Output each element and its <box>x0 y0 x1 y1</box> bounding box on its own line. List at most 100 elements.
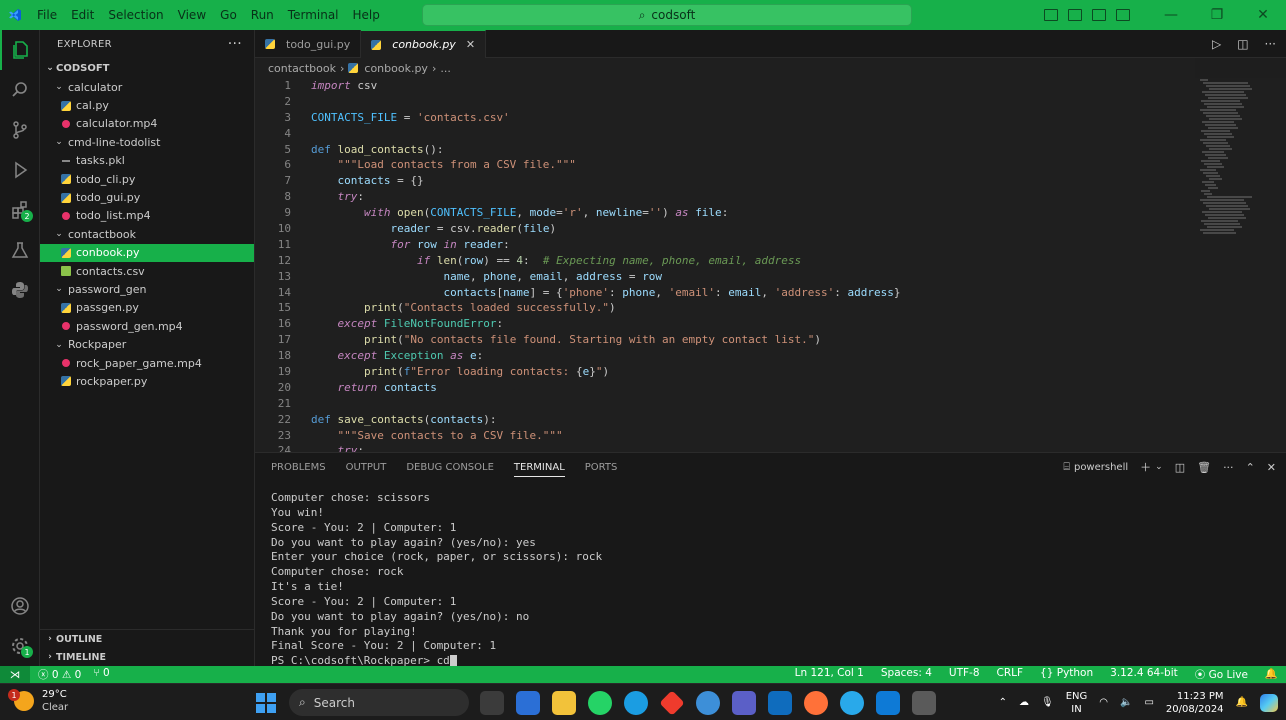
close-panel-icon[interactable]: ✕ <box>1267 461 1276 474</box>
whatsapp-icon[interactable] <box>588 691 612 715</box>
close-tab-icon[interactable]: ✕ <box>466 38 475 51</box>
indentation[interactable]: Spaces: 4 <box>881 667 932 682</box>
code-line[interactable]: for row in reader: <box>311 237 901 253</box>
tree-file[interactable]: cal.py <box>40 96 254 114</box>
menu-edit[interactable]: Edit <box>64 8 101 22</box>
split-terminal-icon[interactable]: ◫ <box>1175 461 1185 474</box>
menu-terminal[interactable]: Terminal <box>281 8 346 22</box>
tree-folder[interactable]: ⌄ calculator <box>40 78 254 96</box>
ports-status[interactable]: ⑂ 0 <box>93 667 109 682</box>
testing-activity[interactable] <box>0 230 40 270</box>
more-actions-icon[interactable]: ··· <box>228 36 242 52</box>
volume-icon[interactable]: 🔈 <box>1120 697 1132 708</box>
tab-conbook[interactable]: conbook.py ✕ <box>361 30 487 58</box>
taskbar-search[interactable]: ⌕ Search <box>289 689 469 716</box>
remote-indicator-icon[interactable]: ⋊ <box>0 666 30 683</box>
code-line[interactable]: with open(CONTACTS_FILE, mode='r', newli… <box>311 205 901 221</box>
command-center-search[interactable]: ⌕ codsoft <box>422 4 912 26</box>
file-explorer-icon[interactable] <box>552 691 576 715</box>
shell-name[interactable]: powershell <box>1074 462 1128 473</box>
telegram-icon[interactable] <box>840 691 864 715</box>
toggle-primary-sidebar-icon[interactable] <box>1044 9 1058 21</box>
tree-file[interactable]: rock_paper_game.mp4 <box>40 354 254 372</box>
maximize-panel-icon[interactable]: ⌃ <box>1246 461 1255 474</box>
outline-section[interactable]: › OUTLINE <box>40 630 254 648</box>
source-control-activity[interactable] <box>0 110 40 150</box>
tab-output[interactable]: OUTPUT <box>346 462 387 473</box>
tree-file[interactable]: todo_gui.py <box>40 188 254 206</box>
code-line[interactable]: try: <box>311 189 901 205</box>
tree-file[interactable]: todo_list.mp4 <box>40 207 254 225</box>
code-line[interactable]: import csv <box>311 78 901 94</box>
code-line[interactable] <box>311 396 901 412</box>
vscode-taskbar-icon[interactable] <box>876 691 900 715</box>
tree-file[interactable]: todo_cli.py <box>40 170 254 188</box>
toggle-secondary-sidebar-icon[interactable] <box>1092 9 1106 21</box>
language-mode[interactable]: {} Python <box>1040 667 1093 682</box>
code-line[interactable]: if len(row) == 4: # Expecting name, phon… <box>311 253 901 269</box>
code-line[interactable]: print(f"Error loading contacts: {e}") <box>311 364 901 380</box>
tab-todo-gui[interactable]: todo_gui.py <box>255 30 362 58</box>
store-icon[interactable] <box>516 691 540 715</box>
tree-folder[interactable]: ⌄ password_gen <box>40 280 254 298</box>
tree-file[interactable]: password_gen.mp4 <box>40 317 254 335</box>
accounts-activity[interactable] <box>0 586 40 626</box>
copilot-icon[interactable] <box>1260 693 1278 712</box>
more-actions-icon[interactable]: ··· <box>1265 37 1276 51</box>
cloud-icon[interactable]: ☁ <box>1019 697 1029 708</box>
split-editor-icon[interactable]: ◫ <box>1237 37 1248 51</box>
tree-file[interactable]: contacts.csv <box>40 262 254 280</box>
notification-bell-icon[interactable]: 🔔 <box>1236 697 1248 708</box>
tree-folder[interactable]: ⌄ cmd-line-todolist <box>40 133 254 151</box>
run-python-file-icon[interactable]: ▷ <box>1212 37 1221 51</box>
search-activity[interactable] <box>0 70 40 110</box>
explorer-activity[interactable] <box>0 30 40 70</box>
code-line[interactable]: contacts[name] = {'phone': phone, 'email… <box>311 285 900 301</box>
code-line[interactable] <box>311 126 901 142</box>
code-line[interactable]: name, phone, email, address = row <box>311 269 901 285</box>
notifications-bell-icon[interactable]: 🔔 <box>1265 667 1278 682</box>
language-indicator[interactable]: ENG IN <box>1066 690 1088 716</box>
tab-debug-console[interactable]: DEBUG CONSOLE <box>406 462 494 473</box>
tree-folder[interactable]: ⌄ Rockpaper <box>40 335 254 353</box>
toggle-panel-icon[interactable] <box>1068 9 1082 21</box>
go-live-button[interactable]: ⦿ Go Live <box>1195 667 1248 682</box>
code-line[interactable]: return contacts <box>311 380 901 396</box>
menu-go[interactable]: Go <box>213 8 244 22</box>
code-content[interactable]: import csv CONTACTS_FILE = 'contacts.csv… <box>311 78 901 452</box>
restore-button[interactable]: ❐ <box>1194 7 1240 23</box>
tree-file[interactable]: tasks.pkl <box>40 152 254 170</box>
code-line[interactable] <box>311 94 901 110</box>
manage-activity[interactable]: 1 <box>0 626 40 666</box>
trash-icon[interactable]: 🗑 <box>1197 461 1211 474</box>
menu-file[interactable]: File <box>30 8 64 22</box>
menu-view[interactable]: View <box>171 8 213 22</box>
clock[interactable]: 11:23 PM 20/08/2024 <box>1166 690 1224 716</box>
teams-icon[interactable] <box>732 691 756 715</box>
code-line[interactable]: except Exception as e: <box>311 348 901 364</box>
task-view-icon[interactable] <box>480 691 504 715</box>
python-idle-icon[interactable] <box>696 691 720 715</box>
breadcrumb-symbol[interactable]: ... <box>440 62 451 75</box>
menu-selection[interactable]: Selection <box>101 8 170 22</box>
snipping-tool-icon[interactable] <box>912 691 936 715</box>
code-line[interactable]: def load_contacts(): <box>311 142 901 158</box>
wifi-icon[interactable]: ◠ <box>1099 697 1108 708</box>
menu-run[interactable]: Run <box>244 8 281 22</box>
tree-file[interactable]: rockpaper.py <box>40 372 254 390</box>
menu-help[interactable]: Help <box>346 8 387 22</box>
code-line[interactable]: reader = csv.reader(file) <box>311 221 901 237</box>
battery-icon[interactable]: ▭ <box>1144 697 1153 708</box>
tree-folder[interactable]: ⌄ contactbook <box>40 225 254 243</box>
code-line[interactable]: """Load contacts from a CSV file.""" <box>311 157 901 173</box>
python-interpreter[interactable]: 3.12.4 64-bit <box>1110 667 1178 682</box>
anydesk-icon[interactable] <box>659 690 685 716</box>
cursor-position[interactable]: Ln 121, Col 1 <box>795 667 864 682</box>
customize-layout-icon[interactable] <box>1116 9 1130 21</box>
breadcrumb-file[interactable]: conbook.py <box>364 62 428 75</box>
code-line[interactable]: print("Contacts loaded successfully.") <box>311 300 901 316</box>
close-window-button[interactable]: ✕ <box>1240 7 1286 23</box>
terminal-output[interactable]: Computer chose: scissors You win! Score - … <box>271 491 602 669</box>
minimize-button[interactable]: — <box>1148 7 1194 23</box>
code-line[interactable]: contacts = {} <box>311 173 901 189</box>
